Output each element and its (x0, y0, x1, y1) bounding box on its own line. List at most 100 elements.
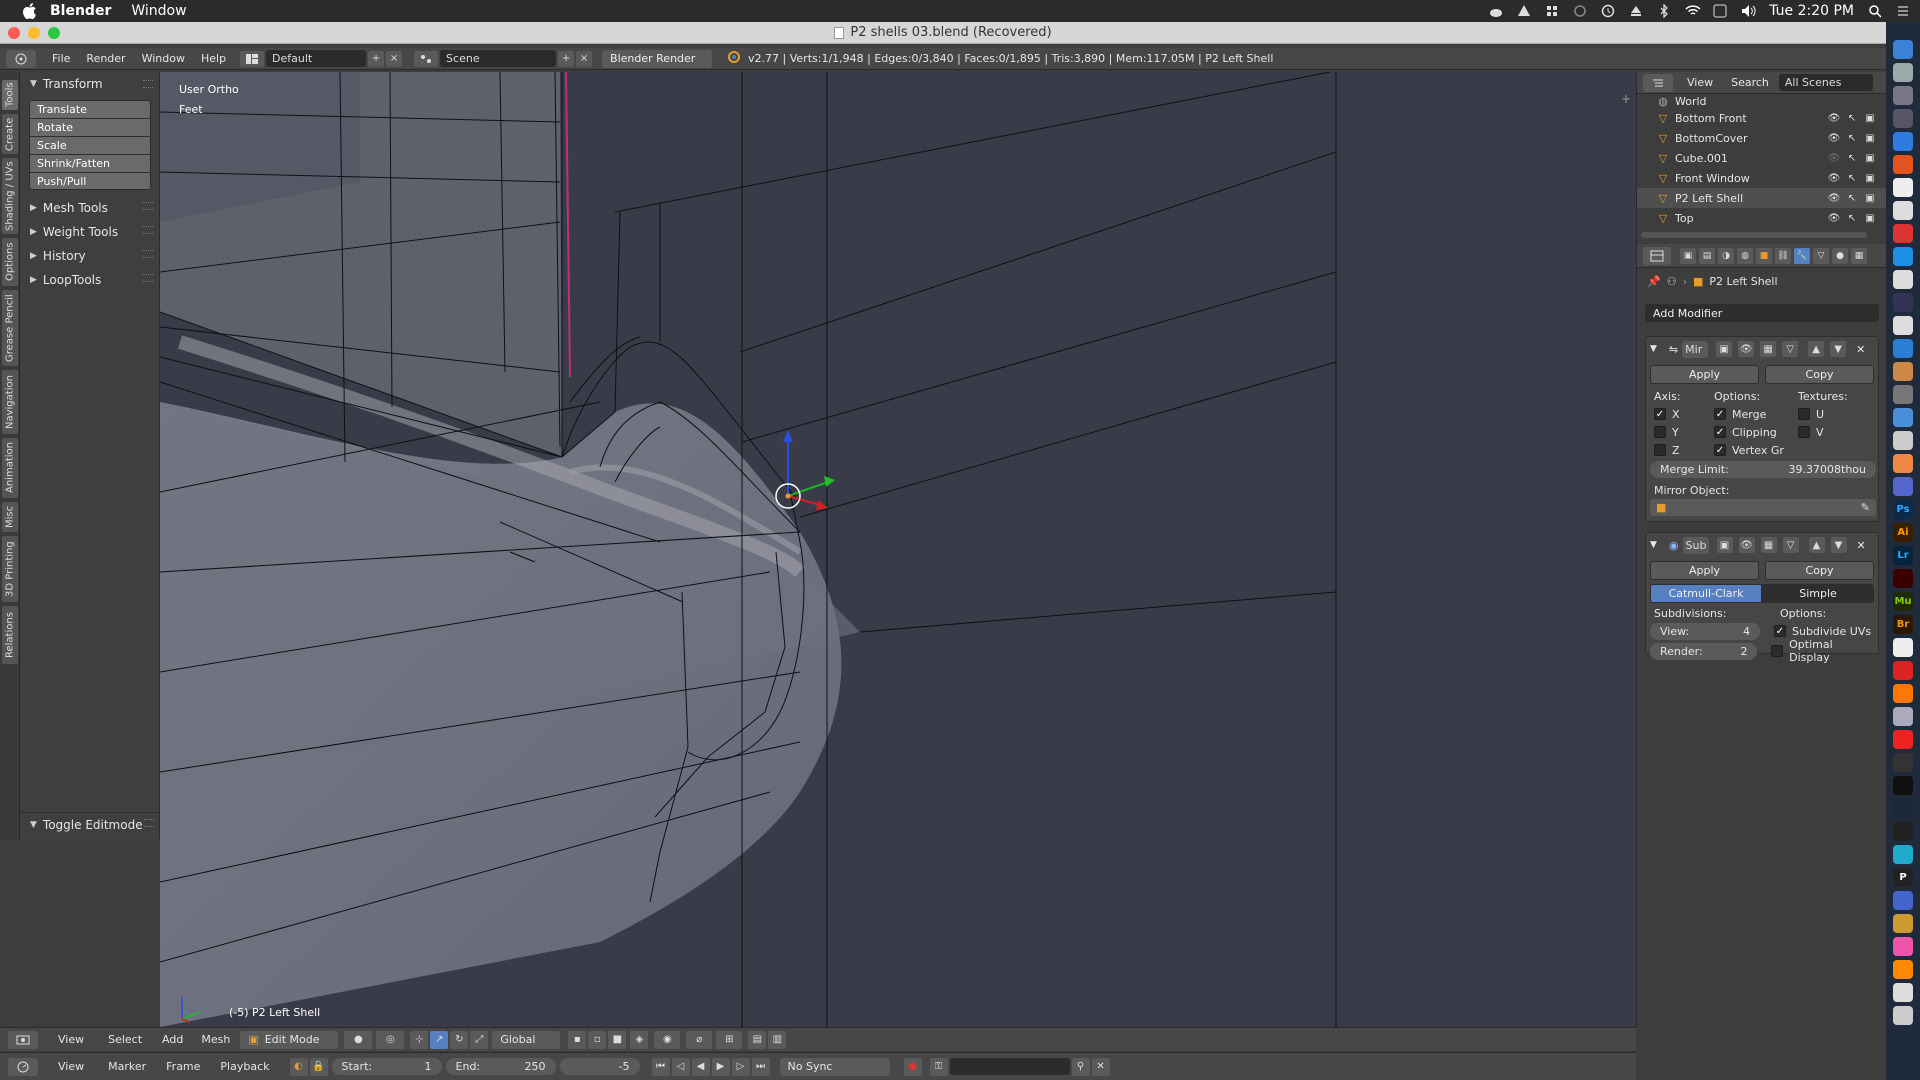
opengl-anim-icon[interactable]: ▥ (768, 1030, 787, 1049)
dock-app-icon[interactable] (1893, 891, 1913, 910)
dock-lightroom-icon[interactable]: Lr (1893, 546, 1913, 565)
cage-toggle-icon[interactable]: ▽ (1782, 341, 1799, 357)
menu-view[interactable]: View (58, 1033, 84, 1046)
cursor-icon[interactable]: ↖ (1846, 132, 1858, 144)
world-tab-icon[interactable]: ◍ (1737, 247, 1753, 264)
cloud-icon[interactable] (1489, 4, 1503, 18)
mirror-copy-button[interactable]: Copy (1765, 365, 1874, 384)
eye-icon[interactable]: 👁 (1828, 152, 1841, 164)
editmode-toggle-icon[interactable]: ▦ (1760, 341, 1777, 357)
menu-select[interactable]: Select (108, 1033, 142, 1046)
editor-type-button[interactable] (6, 49, 36, 68)
rotate-manipulator-icon[interactable]: ↻ (450, 1030, 469, 1049)
orientation-select[interactable]: Global (492, 1030, 561, 1049)
editor-type-button[interactable] (8, 1057, 38, 1076)
dock-app-icon[interactable] (1893, 730, 1913, 749)
tab-3d-printing[interactable]: 3D Printing (2, 536, 18, 602)
dock-app-icon[interactable] (1893, 385, 1913, 404)
limit-selection-icon[interactable]: ◈ (630, 1030, 649, 1049)
camera-icon[interactable]: ▣ (1864, 192, 1876, 204)
camera-icon[interactable]: ▣ (1864, 112, 1876, 124)
material-tab-icon[interactable]: ● (1832, 247, 1848, 264)
modifiers-tab-icon[interactable]: 🔧 (1794, 247, 1810, 264)
optimal-display-checkbox[interactable]: Optimal Display (1771, 638, 1874, 664)
jump-keyframe-forward-icon[interactable]: ▷ (731, 1057, 750, 1076)
time-machine-icon[interactable] (1601, 4, 1615, 18)
viewport-toggle-icon[interactable]: 👁 (1738, 341, 1755, 357)
dropbox-icon[interactable] (1545, 4, 1559, 18)
dock-muse-icon[interactable]: Mu (1893, 592, 1913, 611)
dock-app-icon[interactable] (1893, 454, 1913, 473)
lock-range-icon[interactable]: 🔒 (309, 1057, 328, 1076)
eject-icon[interactable] (1629, 4, 1643, 18)
pin-icon[interactable]: 📌 (1647, 275, 1661, 288)
dock-app-icon[interactable] (1893, 661, 1913, 680)
dock-itunes-icon[interactable] (1893, 937, 1913, 956)
clipping-checkbox[interactable]: ✓ Clipping (1714, 423, 1798, 441)
dock-bridge-icon[interactable]: Br (1893, 615, 1913, 634)
end-frame-field[interactable]: End: 250 (445, 1058, 556, 1075)
dock-app-icon[interactable] (1893, 270, 1913, 289)
dock-app-icon[interactable] (1893, 960, 1913, 979)
menu-render[interactable]: Render (86, 52, 125, 65)
menu-view[interactable]: View (1687, 76, 1713, 89)
axis-y-checkbox[interactable]: Y (1654, 423, 1714, 441)
viewport-shading-icon[interactable]: ● (344, 1030, 373, 1049)
dock-app-icon[interactable] (1893, 339, 1913, 358)
manipulator-toggle-icon[interactable]: ⊹ (410, 1030, 429, 1049)
snap-element-icon[interactable]: ⊞ (716, 1030, 743, 1049)
dock-app-icon[interactable] (1893, 178, 1913, 197)
render-levels-field[interactable]: Render: 2 (1650, 642, 1758, 660)
tab-create[interactable]: Create (2, 114, 18, 154)
panel-transform-header[interactable]: ▼ Transform (20, 74, 159, 94)
dock-app-icon[interactable] (1893, 707, 1913, 726)
rotate-button[interactable]: Rotate (29, 118, 151, 136)
eye-icon[interactable]: 👁 (1828, 192, 1841, 204)
dock-firefox-icon[interactable] (1893, 155, 1913, 174)
dock-steam-icon[interactable] (1893, 799, 1913, 818)
cursor-icon[interactable]: ↖ (1846, 112, 1858, 124)
play-icon[interactable]: ▶ (711, 1057, 730, 1076)
3d-viewport[interactable]: User Ortho Feet (-5) P2 Left Shell + (160, 72, 1636, 1027)
jump-keyframe-back-icon[interactable]: ◁ (671, 1057, 690, 1076)
menu-marker[interactable]: Marker (108, 1060, 146, 1073)
mirror-apply-button[interactable]: Apply (1650, 365, 1759, 384)
operator-panel-toggle-editmode[interactable]: ▼ Toggle Editmode (20, 812, 160, 836)
delete-keyframe-icon[interactable]: ✕ (1091, 1057, 1110, 1076)
panel-history[interactable]: ▶ History (20, 244, 159, 268)
outliner-row[interactable]: ▽ BottomCover 👁 ↖ ▣ (1637, 128, 1886, 148)
screen-layout-icon[interactable] (240, 50, 265, 67)
merge-limit-field[interactable]: Merge Limit: 39.37008thou (1650, 461, 1876, 478)
menu-help[interactable]: Help (201, 52, 226, 65)
wifi-icon[interactable] (1685, 4, 1701, 18)
scale-manipulator-icon[interactable]: ⤢ (470, 1030, 489, 1049)
dock-trash-icon[interactable] (1893, 1006, 1913, 1025)
tab-misc[interactable]: Misc (2, 502, 18, 532)
dock-app-icon[interactable] (1893, 408, 1913, 427)
translate-button[interactable]: Translate (29, 100, 151, 118)
remove-modifier-icon[interactable]: ✕ (1856, 343, 1865, 356)
spotlight-icon[interactable] (1868, 4, 1882, 18)
tab-navigation[interactable]: Navigation (2, 370, 18, 434)
dock-app-icon[interactable] (1893, 753, 1913, 772)
app-name[interactable]: Blender (50, 3, 111, 19)
mirror-modifier-name[interactable]: Mir (1682, 340, 1709, 358)
dock-photoshop-icon[interactable]: Ps (1893, 500, 1913, 519)
dock-app-icon[interactable]: P (1893, 868, 1913, 887)
dock-illustrator-icon[interactable]: Ai (1893, 523, 1913, 542)
camera-icon[interactable]: ▣ (1864, 132, 1876, 144)
menu-search[interactable]: Search (1731, 76, 1769, 89)
render-engine-select[interactable]: Blender Render (602, 49, 713, 68)
editor-type-button[interactable] (8, 1030, 38, 1049)
move-down-icon[interactable]: ▼ (1830, 341, 1847, 357)
dock-app-icon[interactable] (1893, 983, 1913, 1002)
window-minimize-button[interactable] (28, 27, 40, 39)
snap-icon[interactable]: ⌀ (686, 1030, 713, 1049)
panel-grip-icon[interactable] (143, 226, 153, 234)
constraints-tab-icon[interactable]: ⛓ (1775, 247, 1791, 264)
menu-playback[interactable]: Playback (220, 1060, 269, 1073)
panel-grip-icon[interactable] (143, 250, 153, 258)
data-tab-icon[interactable]: ▽ (1813, 247, 1829, 264)
dock-safari-icon[interactable] (1893, 132, 1913, 151)
current-frame-field[interactable]: -5 (559, 1058, 640, 1075)
